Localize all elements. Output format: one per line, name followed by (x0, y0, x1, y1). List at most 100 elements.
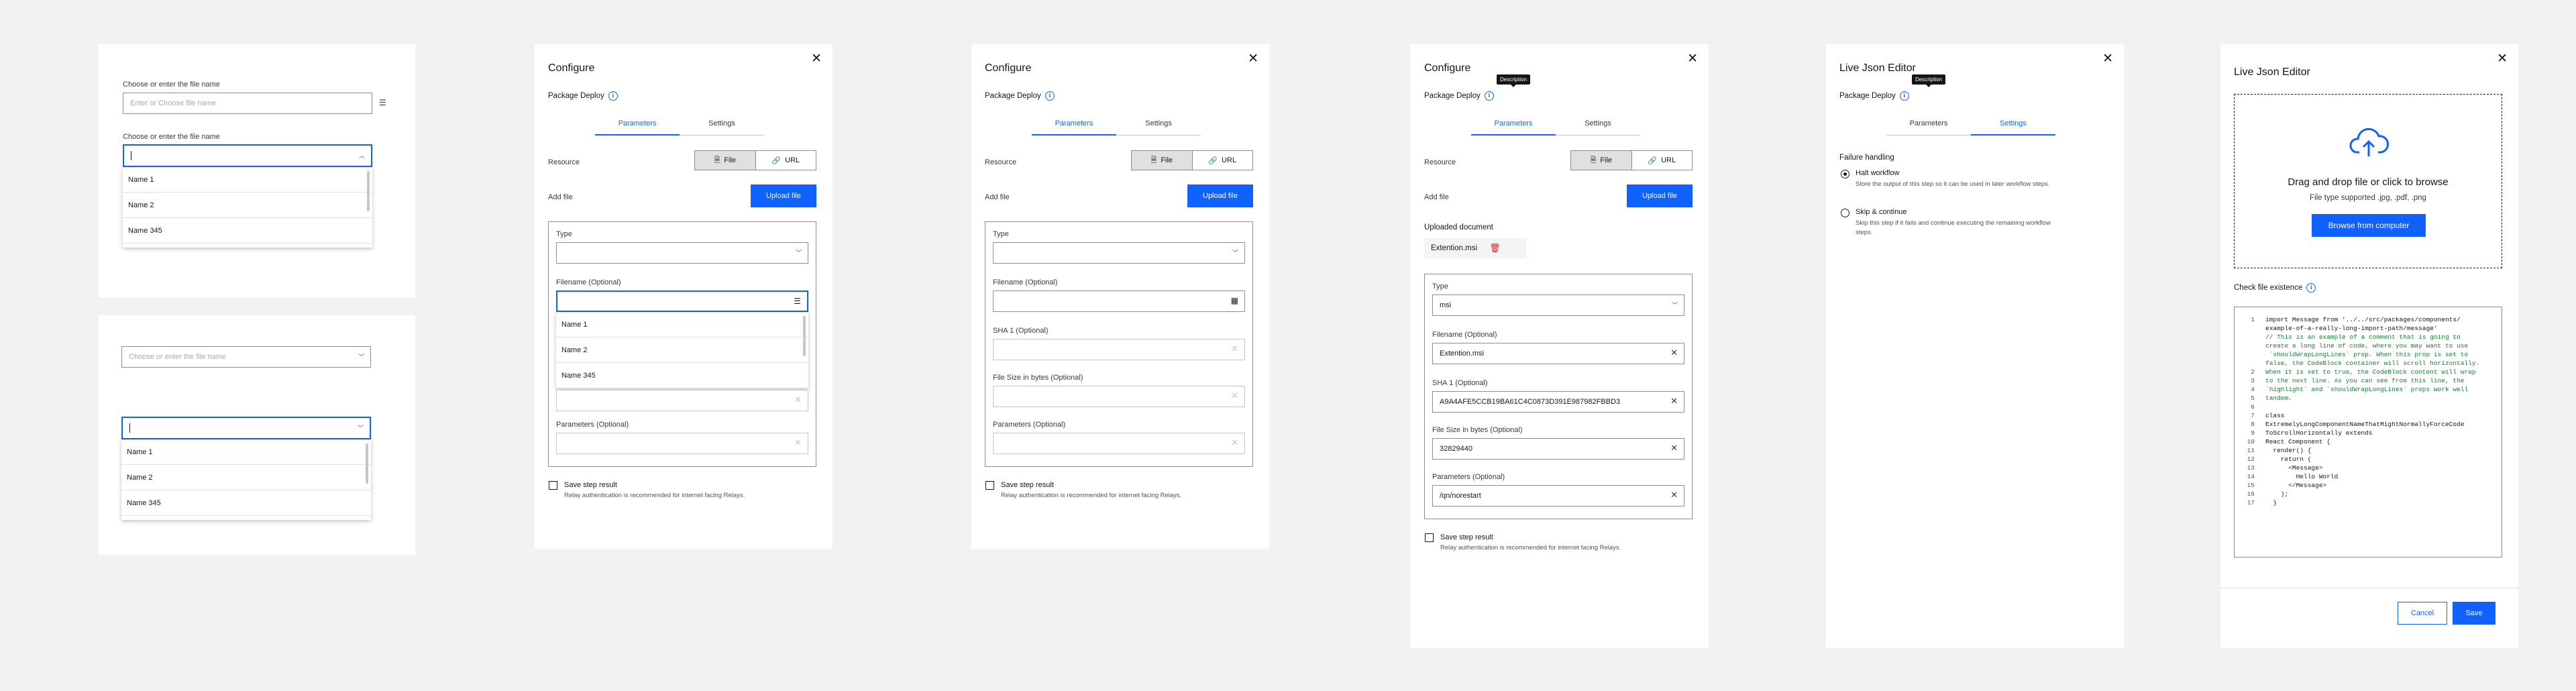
type-select[interactable]: ﹀ (556, 242, 808, 264)
chevron-down-icon[interactable]: ﹀ (358, 423, 364, 432)
scrollbar[interactable] (367, 171, 370, 211)
menu-item[interactable]: Name 1 (121, 439, 371, 465)
save-step-checkbox[interactable] (985, 481, 994, 490)
filename-input[interactable]: ▦ (993, 290, 1245, 312)
filename-combobox[interactable]: ☰ (556, 290, 808, 312)
code-line: 5 tandem. (2239, 394, 2499, 403)
code-text: ExtremelyLongComponentNameThatMightNorma… (2265, 421, 2465, 428)
file-icon: 🗎 (1590, 156, 1597, 164)
save-step-checkbox[interactable] (1425, 533, 1434, 542)
package-deploy-heading: Package Deploy i (1424, 91, 1494, 101)
clear-icon[interactable]: ✕ (1670, 443, 1678, 454)
clear-icon[interactable]: ✕ (1670, 490, 1678, 500)
close-icon[interactable]: ✕ (2497, 52, 2508, 65)
upload-file-button[interactable]: Upload file (1627, 184, 1693, 207)
halt-workflow-radio[interactable] (1841, 170, 1849, 178)
size-input[interactable]: ✕ (993, 386, 1245, 407)
filename-input[interactable]: Extention.msi ✕ (1432, 343, 1684, 364)
filename-label: Filename (Optional) (993, 278, 1058, 286)
dropdown-closed[interactable]: Choose or enter the file name ﹀ (121, 346, 371, 368)
package-deploy-heading: Package Deploy i (548, 91, 618, 101)
type-label: Type (1432, 282, 1448, 290)
cloud-upload-icon (2349, 127, 2389, 156)
tab-parameters[interactable]: Parameters (1886, 119, 1971, 136)
menu-item[interactable]: Name 2 (123, 193, 372, 218)
file-option[interactable]: 🗎 File (695, 151, 756, 170)
info-icon[interactable]: i (1899, 91, 1909, 101)
chevron-down-icon[interactable]: ﹀ (358, 352, 364, 361)
type-select[interactable]: ﹀ (993, 242, 1245, 264)
close-icon[interactable]: ✕ (2102, 52, 2113, 65)
parameters-input[interactable]: ✕ (993, 433, 1245, 454)
tab-parameters[interactable]: Parameters (1471, 119, 1556, 136)
menu-item[interactable]: Name 2 (556, 337, 808, 363)
clear-icon[interactable]: ✕ (1670, 396, 1678, 407)
info-icon[interactable]: i (1044, 91, 1055, 101)
menu-item[interactable]: Name 345 (123, 218, 372, 244)
code-line: 15 </Message> (2239, 481, 2499, 490)
close-icon[interactable]: ✕ (811, 52, 822, 65)
chevron-down-icon[interactable]: ﹀ (1672, 301, 1678, 309)
url-option-label: URL (1661, 156, 1676, 164)
menu-item[interactable]: Name 1 (556, 312, 808, 337)
size-input[interactable]: 32829440 ✕ (1432, 438, 1684, 460)
tab-settings[interactable]: Settings (1971, 119, 2055, 136)
file-name-placeholder: Enter or Choose file name (130, 99, 216, 107)
url-option[interactable]: 🔗 URL (1632, 151, 1693, 170)
clear-icon[interactable]: ✕ (1670, 348, 1678, 358)
url-option[interactable]: 🔗 URL (756, 151, 816, 170)
chevron-down-icon[interactable]: ﹀ (796, 248, 802, 257)
calendar-icon[interactable]: ▦ (1231, 296, 1238, 305)
dropdown-open[interactable]: ﹀ (121, 417, 371, 439)
file-name-combobox-open[interactable]: ︿ (123, 144, 372, 167)
info-icon[interactable]: i (608, 91, 618, 101)
trash-icon[interactable]: 🗑 (1489, 243, 1501, 254)
menu-item[interactable]: Name 345 (121, 490, 371, 516)
tab-parameters[interactable]: Parameters (1032, 119, 1116, 136)
upload-file-button[interactable]: Upload file (751, 184, 816, 207)
browse-button[interactable]: Browse from computer (2312, 214, 2426, 237)
type-select[interactable]: msi ﹀ (1432, 295, 1684, 316)
scrollbar[interactable] (803, 316, 806, 356)
sha-input[interactable]: ✕ (993, 339, 1245, 360)
file-size-input[interactable]: ✕ (556, 390, 808, 411)
save-step-checkbox[interactable] (549, 481, 557, 490)
parameters-label: Parameters (Optional) (1432, 473, 1505, 481)
menu-item[interactable]: Name 345 (556, 363, 808, 388)
code-text: `highlight` and `shouldWrapLongLines` pr… (2265, 386, 2469, 393)
scrollbar[interactable] (366, 443, 368, 484)
chevron-up-icon[interactable]: ︿ (359, 151, 365, 160)
code-block[interactable]: 1 import Message from '../../src/packages… (2234, 307, 2502, 557)
parameters-input[interactable]: /qn/norestart ✕ (1432, 485, 1684, 507)
line-number (2239, 350, 2255, 359)
upload-file-button[interactable]: Upload file (1187, 184, 1253, 207)
info-icon[interactable]: i (2306, 283, 2316, 293)
tab-parameters[interactable]: Parameters (595, 119, 680, 136)
chevron-down-icon[interactable]: ﹀ (1232, 248, 1238, 257)
code-text: to the next line. As you can see from th… (2265, 377, 2465, 384)
close-icon[interactable]: ✕ (1687, 52, 1698, 65)
url-option[interactable]: 🔗 URL (1193, 151, 1253, 170)
cancel-button[interactable]: Cancel (2398, 602, 2447, 625)
file-name-input[interactable]: Enter or Choose file name (123, 93, 372, 114)
file-option[interactable]: 🗎 File (1571, 151, 1632, 170)
save-button[interactable]: Save (2453, 602, 2496, 625)
list-icon[interactable]: ☰ (379, 98, 386, 107)
menu-item[interactable]: Name 1 (123, 167, 372, 193)
sha-input[interactable]: A9A4AFE5CCB19BA61C4C0873D391E987982FBBD3… (1432, 391, 1684, 413)
code-line: 13 <Message> (2239, 464, 2499, 472)
info-icon[interactable]: i (1484, 91, 1494, 101)
tab-settings[interactable]: Settings (1556, 119, 1640, 136)
tab-settings[interactable]: Settings (1116, 119, 1201, 136)
parameters-input[interactable]: ✕ (556, 433, 808, 454)
check-file-label: Check file existence (2234, 284, 2303, 293)
tab-settings[interactable]: Settings (680, 119, 764, 136)
skip-continue-radio[interactable] (1841, 209, 1849, 217)
file-option[interactable]: 🗎 File (1132, 151, 1193, 170)
list-icon[interactable]: ☰ (794, 297, 801, 306)
line-number: 11 (2247, 447, 2255, 454)
menu-item[interactable]: Name 2 (121, 465, 371, 490)
drop-zone[interactable]: Drag and drop file or click to browse Fi… (2234, 94, 2502, 268)
close-icon[interactable]: ✕ (1248, 52, 1258, 65)
url-option-label: URL (1222, 156, 1237, 164)
